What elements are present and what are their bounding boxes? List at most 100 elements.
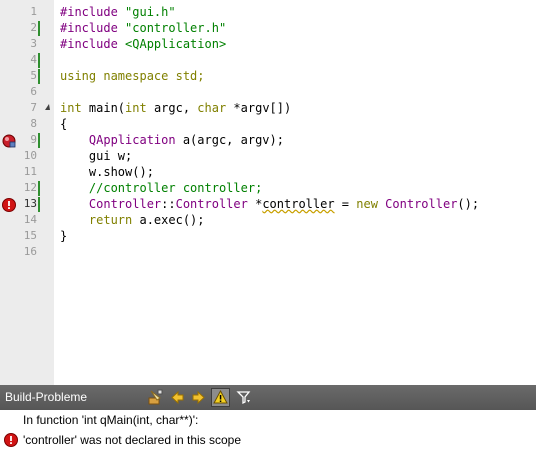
error-icon [2,197,16,212]
code-line[interactable]: #include "gui.h" [60,4,176,20]
code-token: } [60,229,68,243]
gutter-line[interactable]: 8 [0,116,54,132]
line-number: 1 [30,5,37,18]
gutter-line[interactable]: 16 [0,244,54,260]
code-line[interactable]: w.show(); [60,164,154,180]
code-line[interactable]: { [60,116,67,132]
line-number-gutter[interactable]: 1 2 3 4 5 6 7 8 9 10 11 12 13 14 15 16 [0,0,54,385]
code-token: *argv[]) [233,101,292,115]
line-number: 16 [23,245,37,258]
build-issues-list[interactable]: In function 'int qMain(int, char**)': 'c… [0,410,536,456]
gutter-line[interactable]: 3 [0,36,54,52]
code-token: "gui.h" [125,5,176,19]
code-token: QApplication [88,133,183,147]
gutter-line[interactable]: 13 [0,196,54,212]
issue-text: 'controller' was not declared in this sc… [23,433,242,447]
code-token: main( [88,101,126,115]
code-line[interactable]: } [60,228,67,244]
code-token: new [356,197,386,211]
code-token: :: [161,197,176,211]
code-token: int [125,101,154,115]
error-underlined-token: controller [262,197,335,211]
modified-line-marker [38,21,40,36]
line-number: 7 [30,101,37,114]
code-line[interactable]: QApplication a(argc, argv); [60,132,284,148]
line-number: 9 [30,133,37,146]
code-token: "controller.h" [125,21,227,35]
code-line[interactable]: gui w; [60,148,132,164]
gutter-line[interactable]: 11 [0,164,54,180]
code-token: //controller controller; [88,181,263,195]
code-token: = [334,197,357,211]
issue-context-row[interactable]: In function 'int qMain(int, char**)': [0,410,536,430]
line-number: 4 [30,53,37,66]
build-issues-title: Build-Probleme [5,390,88,404]
code-line[interactable]: int main(int argc, char *argv[]) [60,100,291,116]
modified-line-marker [38,69,40,84]
code-token: a(argc, argv); [182,133,284,147]
code-line[interactable]: //controller controller; [60,180,262,196]
issue-text: In function 'int qMain(int, char**)': [23,413,199,427]
line-number: 2 [30,21,37,34]
code-token: return [88,213,140,227]
build-issues-toolbar: Build-Probleme [0,385,536,410]
code-editor[interactable]: 1 2 3 4 5 6 7 8 9 10 11 12 13 14 15 16 #include "gui.h"… [0,0,536,385]
modified-line-marker [38,53,40,68]
gutter-line[interactable]: 7 [0,100,54,116]
code-token: <QApplication> [125,37,227,51]
code-line[interactable]: #include "controller.h" [60,20,226,36]
line-number: 5 [30,69,37,82]
warning-filter-icon[interactable] [211,388,230,407]
code-token: gui w; [60,149,133,163]
line-number: 14 [23,213,37,226]
issue-error-row[interactable]: 'controller' was not declared in this sc… [0,430,536,450]
gutter-line[interactable]: 12 [0,180,54,196]
breakpoint-icon[interactable] [2,133,16,148]
code-line[interactable]: using namespace std; [60,68,205,84]
gutter-line[interactable]: 14 [0,212,54,228]
modified-line-marker [38,197,40,212]
build-icon[interactable] [146,388,165,407]
gutter-line[interactable]: 1 [0,4,54,20]
line-number: 15 [23,229,37,242]
arrow-right-icon[interactable] [189,388,208,407]
gutter-line[interactable]: 15 [0,228,54,244]
code-line[interactable]: Controller::Controller *controller = new… [60,196,479,212]
code-token: #include [60,5,126,19]
code-token: w.show(); [60,165,154,179]
funnel-icon[interactable] [235,388,254,407]
line-number: 13 [23,197,37,210]
gutter-line[interactable]: 6 [0,84,54,100]
code-token: argc, [153,101,198,115]
code-token: #include [60,37,126,51]
code-token: { [60,117,68,131]
code-token: #include [60,21,126,35]
line-number: 6 [30,85,37,98]
line-number: 11 [23,165,37,178]
fold-toggle-icon[interactable] [45,104,50,110]
code-token: char [197,101,234,115]
gutter-line[interactable]: 10 [0,148,54,164]
line-number: 10 [23,149,37,162]
code-token: Controller [88,197,162,211]
code-token: int [60,101,89,115]
gutter-line[interactable]: 5 [0,68,54,84]
code-line[interactable]: #include <QApplication> [60,36,226,52]
error-icon [4,433,18,447]
code-token: using namespace std; [60,69,205,83]
gutter-line[interactable]: 2 [0,20,54,36]
line-number: 3 [30,37,37,50]
code-token: a.exec(); [139,213,205,227]
code-line[interactable]: return a.exec(); [60,212,205,228]
modified-line-marker [38,181,40,196]
arrow-left-icon[interactable] [168,388,187,407]
line-number: 12 [23,181,37,194]
line-number: 8 [30,117,37,130]
code-token: Controller [385,197,458,211]
gutter-line[interactable]: 4 [0,52,54,68]
gutter-line[interactable]: 9 [0,132,54,148]
